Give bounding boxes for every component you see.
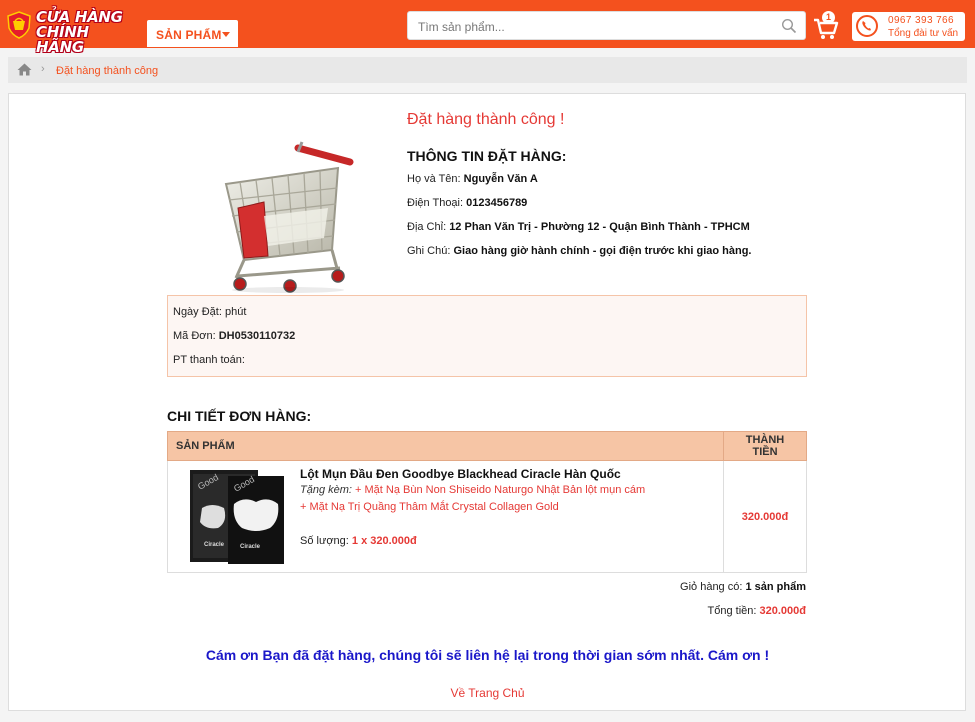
- col-total-header: THÀNH TIỀN: [723, 431, 807, 461]
- product-name[interactable]: Lột Mụn Đầu Đen Goodbye Blackhead Ciracl…: [300, 467, 621, 481]
- field-value: phút: [224, 306, 247, 318]
- hotline-number: 0967 393 766: [888, 15, 954, 26]
- cart-count-value: 1 sản phẩm: [745, 581, 806, 593]
- phone-icon: [856, 15, 878, 37]
- search-input[interactable]: [416, 17, 770, 37]
- products-menu-label: SẢN PHẨM: [156, 28, 222, 42]
- gift-item-1: + Mặt Nạ Bùn Non Shiseido Naturgo Nhật B…: [355, 484, 646, 496]
- field-value: 0123456789: [466, 197, 528, 209]
- top-header: CỬA HÀNG CHÍNH HÃNG SẢN PHẨM 1 0967 393 …: [0, 0, 975, 55]
- total-summary: Tổng tiền: 320.000đ: [708, 605, 806, 617]
- order-info-title: THÔNG TIN ĐẶT HÀNG:: [407, 148, 567, 164]
- customer-name-row: Họ và Tên: Nguyễn Văn A: [407, 173, 538, 185]
- home-icon[interactable]: [17, 63, 32, 76]
- order-success-panel: [8, 93, 966, 711]
- search-box: [407, 11, 806, 40]
- field-label: Họ và Tên:: [407, 173, 461, 185]
- payment-method-row: PT thanh toán:: [173, 354, 245, 366]
- search-icon[interactable]: [781, 18, 797, 34]
- note-row: Ghi Chú: Giao hàng giờ hành chính - gọi …: [407, 245, 751, 257]
- field-label: Ghi Chú:: [407, 245, 451, 257]
- breadcrumb-separator-icon: ›: [41, 63, 45, 75]
- field-value: Giao hàng giờ hành chính - gọi điện trướ…: [453, 245, 752, 257]
- cart-count-badge: 1: [822, 11, 835, 24]
- field-label: Mã Đơn:: [173, 330, 216, 342]
- shopping-cart-illustration-icon: [224, 141, 354, 293]
- shield-logo-icon: [7, 11, 31, 39]
- field-label: Điện Thoại:: [407, 197, 464, 209]
- gift-line-1: Tặng kèm: + Mặt Nạ Bùn Non Shiseido Natu…: [300, 484, 645, 496]
- hotline-label: Tổng đài tư vấn: [888, 28, 959, 39]
- svg-text:Ciracle: Ciracle: [204, 542, 225, 548]
- field-label: Ngày Đặt:: [173, 306, 222, 318]
- field-value: DH0530110732: [218, 330, 296, 342]
- line-total: 320.000đ: [723, 460, 807, 573]
- products-menu-button[interactable]: SẢN PHẨM: [147, 20, 238, 47]
- phone-row: Điện Thoại: 0123456789: [407, 197, 527, 209]
- hotline-box[interactable]: 0967 393 766 Tổng đài tư vấn: [852, 12, 965, 41]
- caret-down-icon: [222, 32, 230, 37]
- cart-count-label: Giỏ hàng có:: [680, 581, 743, 593]
- back-home-link[interactable]: Về Trang Chủ: [0, 686, 975, 700]
- thank-you-message: Cám ơn Bạn đã đặt hàng, chúng tôi sẽ liê…: [205, 647, 770, 663]
- store-logo[interactable]: CỬA HÀNG CHÍNH HÃNG: [6, 9, 124, 55]
- address-row: Địa Chỉ: 12 Phan Văn Trị - Phường 12 - Q…: [407, 221, 750, 233]
- cart-count-summary: Giỏ hàng có: 1 sản phẩm: [680, 581, 806, 593]
- field-value: Nguyễn Văn A: [463, 173, 538, 185]
- quantity-row: Số lượng: 1 x 320.000đ: [300, 535, 417, 547]
- success-message: Đặt hàng thành công !: [407, 111, 565, 128]
- field-value: 12 Phan Văn Trị - Phường 12 - Quận Bình …: [449, 221, 750, 233]
- field-label: PT thanh toán:: [173, 354, 245, 366]
- order-meta-box: Ngày Đặt: phút Mã Đơn: DH0530110732 PT t…: [167, 295, 807, 377]
- gift-label: Tặng kèm:: [300, 484, 352, 496]
- order-date-row: Ngày Đặt: phút: [173, 306, 246, 318]
- gift-item-2: + Mặt Nạ Trị Quầng Thâm Mắt Crystal Coll…: [300, 501, 559, 513]
- logo-line-2: CHÍNH HÃNG: [36, 23, 89, 56]
- breadcrumb: › Đặt hàng thành công: [8, 57, 967, 83]
- total-value: 320.000đ: [759, 605, 806, 617]
- total-label: Tổng tiền:: [707, 605, 757, 617]
- col-product-header: SẢN PHẨM: [167, 431, 724, 461]
- order-details-title: CHI TIẾT ĐƠN HÀNG:: [167, 408, 312, 424]
- qty-label: Số lượng:: [300, 535, 349, 547]
- breadcrumb-current[interactable]: Đặt hàng thành công: [56, 65, 158, 77]
- product-image[interactable]: Good Good Ciracle Ciracle: [190, 468, 284, 564]
- svg-text:Ciracle: Ciracle: [240, 544, 261, 550]
- order-code-row: Mã Đơn: DH0530110732: [173, 330, 295, 342]
- qty-value: 1 x 320.000đ: [351, 535, 417, 547]
- table-header-row: SẢN PHẨM THÀNH TIỀN: [167, 431, 807, 461]
- field-label: Địa Chỉ:: [407, 221, 447, 233]
